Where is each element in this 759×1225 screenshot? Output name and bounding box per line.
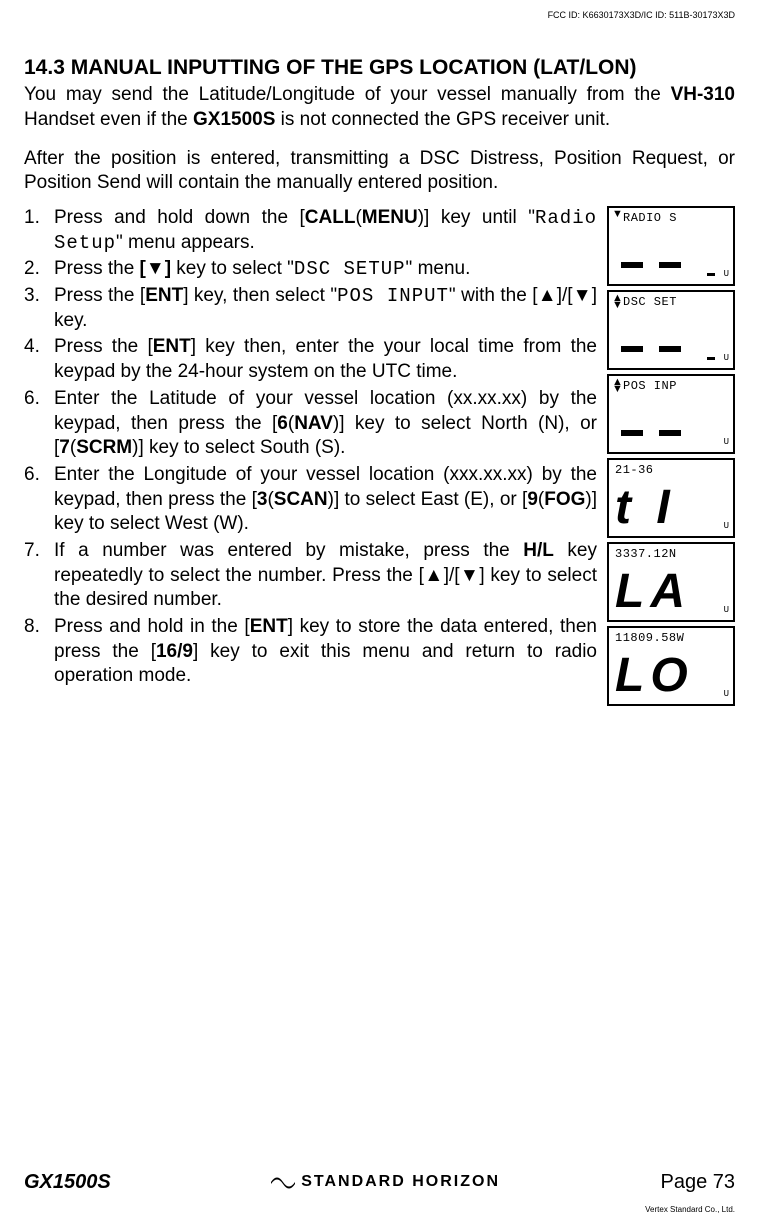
step-1: 1. Press and hold down the [CALL(MENU)] … bbox=[24, 206, 597, 255]
footer-model: GX1500S bbox=[24, 1169, 111, 1195]
vertex-copyright: Vertex Standard Co., Ltd. bbox=[645, 1205, 735, 1215]
lcd-u-mark: U bbox=[724, 269, 729, 281]
lcd-screen-5: 3337.12N LA U bbox=[607, 542, 735, 622]
arrow-indicator-icon: ▲ ▼ bbox=[612, 379, 623, 393]
step-2: 2. Press the [▼] key to select "DSC SETU… bbox=[24, 257, 597, 282]
steps-list: 1. Press and hold down the [CALL(MENU)] … bbox=[24, 206, 597, 689]
lcd-u-mark: U bbox=[724, 689, 729, 701]
intro-paragraph-2: After the position is entered, transmitt… bbox=[24, 147, 735, 196]
fcc-id-text: FCC ID: K6630173X3D/IC ID: 511B-30173X3D bbox=[548, 10, 735, 22]
intro-paragraph-1: You may send the Latitude/Longitude of y… bbox=[24, 83, 735, 132]
step-6: 6. Enter the Longitude of your vessel lo… bbox=[24, 463, 597, 537]
step-text: Press the [ENT] key, then select "POS IN… bbox=[54, 284, 597, 333]
arrow-indicator-icon: ▲ ▼ bbox=[612, 295, 623, 309]
lcd-big-text: LO bbox=[615, 652, 694, 700]
model-vh310: VH-310 bbox=[671, 84, 735, 105]
step-num: 6. bbox=[24, 387, 54, 461]
step-text: If a number was entered by mistake, pres… bbox=[54, 539, 597, 613]
lcd-big-text: LA bbox=[615, 568, 691, 616]
lcd-dashes bbox=[621, 430, 681, 436]
lcd-big-text: t I bbox=[615, 484, 676, 532]
step-num: 3. bbox=[24, 284, 54, 333]
brand-logo-icon bbox=[271, 1173, 295, 1191]
step-num: 4. bbox=[24, 335, 54, 384]
lcd-small-dash bbox=[707, 357, 715, 360]
lcd-u-mark: U bbox=[724, 353, 729, 365]
lcd-u-mark: U bbox=[724, 605, 729, 617]
step-3: 3. Press the [ENT] key, then select "POS… bbox=[24, 284, 597, 333]
lcd-u-mark: U bbox=[724, 437, 729, 449]
step-4: 4. Press the [ENT] key then, enter the y… bbox=[24, 335, 597, 384]
step-num: 8. bbox=[24, 615, 54, 689]
intro-part-a: You may send the Latitude/Longitude of y… bbox=[24, 84, 671, 105]
model-gx1500s: GX1500S bbox=[193, 109, 275, 130]
lcd-dashes bbox=[621, 346, 681, 352]
lcd-screen-4: 21-36 t I U bbox=[607, 458, 735, 538]
step-8: 8. Press and hold in the [ENT] key to st… bbox=[24, 615, 597, 689]
step-num: 6. bbox=[24, 463, 54, 537]
lcd-top-text: 21-36 bbox=[615, 463, 728, 479]
intro-part-c: is not connected the GPS receiver unit. bbox=[275, 109, 610, 130]
step-num: 1. bbox=[24, 206, 54, 255]
step-num: 7. bbox=[24, 539, 54, 613]
step-text: Press the [ENT] key then, enter the your… bbox=[54, 335, 597, 384]
lcd-top-text: 3337.12N bbox=[615, 547, 728, 563]
footer-brand: STANDARD HORIZON bbox=[271, 1172, 500, 1193]
lcd-top-text: POS INP bbox=[623, 379, 728, 395]
section-title-main: 14.3 MANUAL INPUTTING OF THE GPS LOCATIO… bbox=[24, 56, 533, 79]
step-text: Press and hold in the [ENT] key to store… bbox=[54, 615, 597, 689]
lcd-top-text: 11809.58W bbox=[615, 631, 728, 647]
paren-close: ) bbox=[630, 56, 637, 79]
step-text: Press the [▼] key to select "DSC SETUP" … bbox=[54, 257, 597, 282]
lcd-screens-column: ▼RADIO SU▲ ▼DSC SETU▲ ▼POS INPU21-36t IU… bbox=[607, 206, 735, 706]
lcd-top-text: DSC SET bbox=[623, 295, 728, 311]
lcd-top-text: RADIO S bbox=[623, 211, 728, 227]
section-title: 14.3 MANUAL INPUTTING OF THE GPS LOCATIO… bbox=[24, 54, 735, 81]
lcd-screen-6: 11809.58W LO U bbox=[607, 626, 735, 706]
lcd-small-dash bbox=[707, 273, 715, 276]
step-text: Enter the Longitude of your vessel locat… bbox=[54, 463, 597, 537]
arrow-indicator-icon: ▼ bbox=[612, 211, 623, 218]
lcd-u-mark: U bbox=[724, 521, 729, 533]
lcd-screen-3: ▲ ▼POS INP U bbox=[607, 374, 735, 454]
step-num: 2. bbox=[24, 257, 54, 282]
section-title-latlon: LAT/LON bbox=[540, 56, 629, 79]
lcd-screen-2: ▲ ▼DSC SET U bbox=[607, 290, 735, 370]
lcd-screen-1: ▼RADIO S U bbox=[607, 206, 735, 286]
step-7: 7. If a number was entered by mistake, p… bbox=[24, 539, 597, 613]
step-5: 6. Enter the Latitude of your vessel loc… bbox=[24, 387, 597, 461]
footer-page-number: Page 73 bbox=[660, 1169, 735, 1195]
lcd-dashes bbox=[621, 262, 681, 268]
intro-part-b: Handset even if the bbox=[24, 109, 193, 130]
footer-brand-text: STANDARD HORIZON bbox=[301, 1172, 500, 1193]
page-footer: GX1500S STANDARD HORIZON Page 73 bbox=[24, 1169, 735, 1195]
step-text: Press and hold down the [CALL(MENU)] key… bbox=[54, 206, 597, 255]
step-text: Enter the Latitude of your vessel locati… bbox=[54, 387, 597, 461]
